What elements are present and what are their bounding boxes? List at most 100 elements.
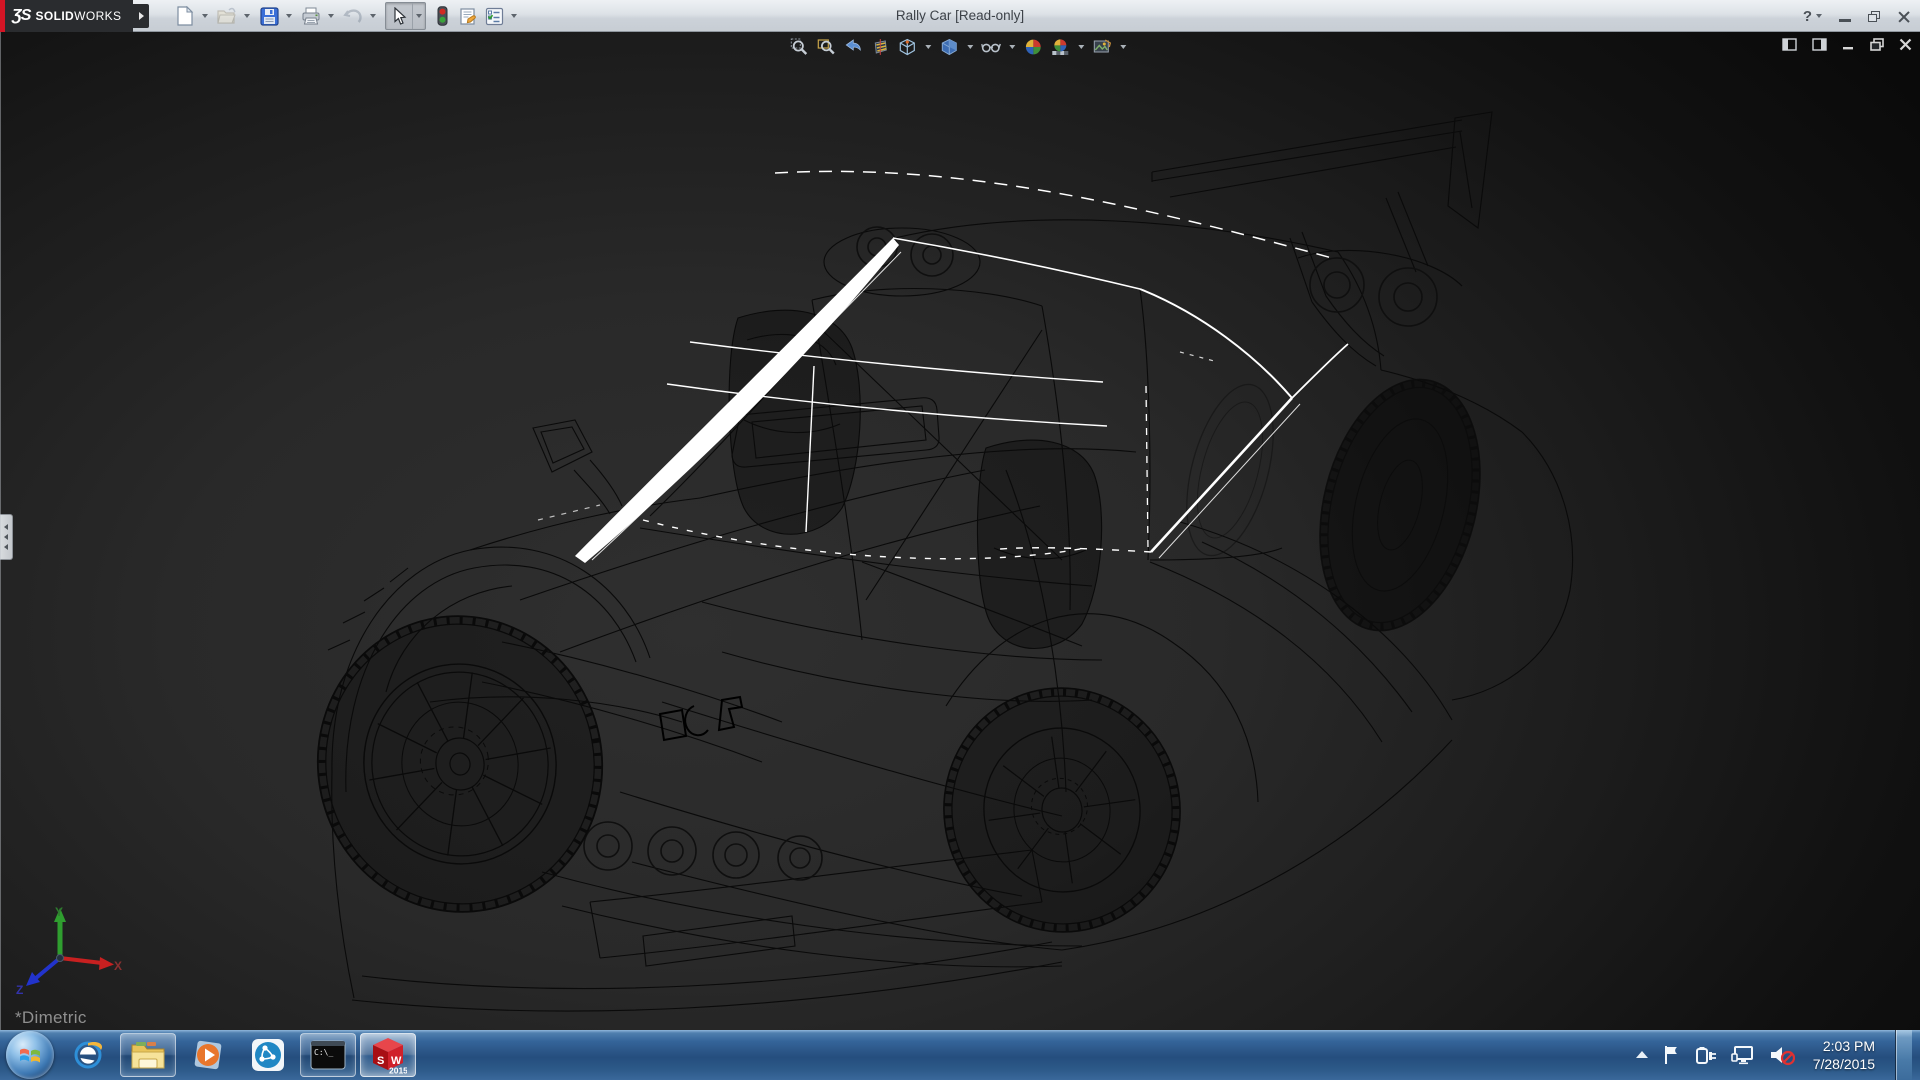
chevron-left-icon xyxy=(4,524,8,530)
options-button[interactable] xyxy=(481,3,507,29)
options-dropdown[interactable] xyxy=(507,3,520,29)
open-button[interactable] xyxy=(214,3,240,29)
edit-appearance-icon xyxy=(1024,38,1042,56)
network-display-icon xyxy=(1731,1045,1755,1065)
sw-cube-left-letter: S xyxy=(377,1055,384,1067)
new-document-button[interactable] xyxy=(172,3,198,29)
doc-minimize-button[interactable] xyxy=(1842,38,1855,51)
rebuild-button[interactable] xyxy=(429,3,455,29)
help-dropdown-icon xyxy=(1816,14,1822,18)
save-button[interactable] xyxy=(256,3,282,29)
hide-show-items-dropdown[interactable] xyxy=(1007,36,1017,58)
show-hidden-icons-button[interactable] xyxy=(1635,1050,1649,1060)
taskbar-app-internet-explorer[interactable] xyxy=(60,1033,116,1077)
windows-flag-icon xyxy=(17,1042,43,1068)
view-orientation-dropdown[interactable] xyxy=(923,36,933,58)
select-tool-button[interactable] xyxy=(386,3,412,29)
graphics-viewport[interactable]: Y X Z *Dimetric xyxy=(0,32,1920,1030)
view-orientation-label: *Dimetric xyxy=(15,1008,87,1028)
view-orientation-button[interactable] xyxy=(896,36,918,58)
window-controls: ? xyxy=(1803,0,1910,32)
taskbar-clock[interactable]: 2:03 PM 7/28/2015 xyxy=(1809,1037,1879,1073)
taskbar: C:\_ S W 2015 xyxy=(0,1030,1920,1080)
section-view-button[interactable] xyxy=(869,36,891,58)
minimize-button[interactable] xyxy=(1839,19,1851,22)
menu-expand-button[interactable] xyxy=(133,4,149,28)
apply-scene-dropdown[interactable] xyxy=(1076,36,1086,58)
new-document-icon xyxy=(176,6,194,26)
triad-z-label: Z xyxy=(16,983,23,996)
open-dropdown[interactable] xyxy=(240,3,253,29)
zoom-to-area-icon xyxy=(817,38,835,56)
chevron-right-icon xyxy=(139,12,144,20)
help-button[interactable]: ? xyxy=(1803,8,1822,25)
apply-scene-icon xyxy=(1051,38,1069,56)
power-status-button[interactable] xyxy=(1695,1045,1717,1065)
start-button[interactable] xyxy=(6,1031,54,1079)
command-prompt-icon: C:\_ xyxy=(310,1040,346,1070)
apply-scene-button[interactable] xyxy=(1049,36,1071,58)
car-wireframe-model xyxy=(0,32,1920,1030)
print-dropdown[interactable] xyxy=(324,3,337,29)
file-properties-button[interactable] xyxy=(455,3,481,29)
previous-view-button[interactable] xyxy=(842,36,864,58)
clock-time: 2:03 PM xyxy=(1813,1037,1875,1055)
volume-muted-button[interactable] xyxy=(1769,1044,1795,1066)
cursor-arrow-icon xyxy=(392,7,407,26)
print-button[interactable] xyxy=(298,3,324,29)
logo-name: SOLIDWORKS xyxy=(35,9,121,23)
doc-close-button[interactable] xyxy=(1899,38,1912,51)
pane-left-button[interactable] xyxy=(1782,38,1797,51)
internet-explorer-icon xyxy=(71,1038,105,1072)
select-tool-group xyxy=(385,2,426,30)
rebuild-traffic-light-icon xyxy=(437,6,448,26)
zoom-to-fit-button[interactable] xyxy=(788,36,810,58)
hide-show-items-button[interactable] xyxy=(980,36,1002,58)
eyeglasses-icon xyxy=(981,39,1001,55)
display-style-button[interactable] xyxy=(938,36,960,58)
options-checklist-icon xyxy=(485,7,504,26)
taskbar-app-media-player[interactable] xyxy=(180,1033,236,1077)
show-desktop-button[interactable] xyxy=(1895,1030,1912,1080)
panel-edge-divider xyxy=(0,32,1,1030)
undo-button[interactable] xyxy=(340,3,366,29)
taskbar-app-solidworks[interactable]: S W 2015 xyxy=(360,1033,416,1077)
close-button[interactable] xyxy=(1897,10,1910,23)
zoom-to-area-button[interactable] xyxy=(815,36,837,58)
menu-bar-toolbar xyxy=(172,2,523,30)
title-bar: ƷS SOLIDWORKS xyxy=(0,0,1920,32)
pane-right-button[interactable] xyxy=(1812,38,1827,51)
taskbar-app-command-prompt[interactable]: C:\_ xyxy=(300,1033,356,1077)
view-settings-dropdown[interactable] xyxy=(1118,36,1128,58)
network-status-button[interactable] xyxy=(1731,1045,1755,1065)
section-view-icon xyxy=(871,38,889,56)
feature-manager-collapsed-tab[interactable] xyxy=(0,514,13,560)
triad-x-label: X xyxy=(114,959,122,973)
system-tray: 2:03 PM 7/28/2015 xyxy=(1635,1030,1920,1080)
zoom-to-fit-icon xyxy=(790,38,808,56)
restore-button[interactable] xyxy=(1868,11,1880,22)
taskbar-app-windows-explorer[interactable] xyxy=(120,1033,176,1077)
headsup-view-toolbar xyxy=(788,36,1128,58)
help-icon: ? xyxy=(1803,8,1812,25)
display-style-dropdown[interactable] xyxy=(965,36,975,58)
save-dropdown[interactable] xyxy=(282,3,295,29)
screen: ƷS SOLIDWORKS xyxy=(0,0,1920,1080)
edit-appearance-button[interactable] xyxy=(1022,36,1044,58)
new-document-dropdown[interactable] xyxy=(198,3,211,29)
print-icon xyxy=(301,7,321,26)
taskbar-app-network-app[interactable] xyxy=(240,1033,296,1077)
view-settings-icon xyxy=(1093,39,1111,55)
logo-red-accent xyxy=(0,0,5,32)
undo-dropdown[interactable] xyxy=(366,3,379,29)
save-icon xyxy=(260,7,279,26)
select-tool-dropdown[interactable] xyxy=(412,3,425,29)
command-prompt-label: C:\_ xyxy=(314,1048,333,1057)
doc-restore-button[interactable] xyxy=(1870,38,1884,51)
view-settings-button[interactable] xyxy=(1091,36,1113,58)
clock-date: 7/28/2015 xyxy=(1813,1055,1875,1073)
chevron-up-icon xyxy=(1635,1050,1649,1060)
view-orientation-icon xyxy=(898,38,916,56)
logo-mark: ƷS xyxy=(12,7,30,25)
action-center-button[interactable] xyxy=(1663,1045,1681,1065)
